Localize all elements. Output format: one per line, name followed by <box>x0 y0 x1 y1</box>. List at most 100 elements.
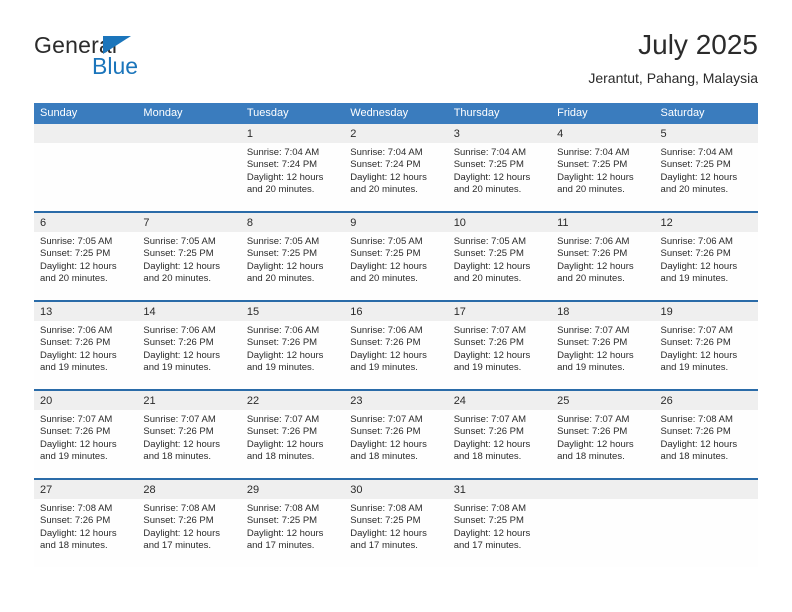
calendar-day-cell[interactable]: 18 Sunrise: 7:07 AM Sunset: 7:26 PM Dayligh… <box>551 302 655 389</box>
day-detail-line: Sunrise: 7:04 AM <box>660 147 733 158</box>
day-details: Sunrise: 7:06 AM Sunset: 7:26 PM Daylight:… <box>655 232 758 286</box>
day-number-strip: 28 <box>137 480 241 499</box>
day-detail-line: Sunset: 7:26 PM <box>453 337 524 349</box>
day-detail-line: and 17 minutes. <box>246 540 315 552</box>
day-number-strip: 14 <box>137 302 241 321</box>
calendar-day-cell[interactable]: 31 Sunrise: 7:08 AM Sunset: 7:25 PM Dayligh… <box>447 480 552 567</box>
day-details: Sunrise: 7:07 AM Sunset: 7:26 PM Daylight:… <box>448 410 551 464</box>
calendar-day-cell[interactable]: 3 Sunrise: 7:04 AM Sunset: 7:25 PM Daylight… <box>447 124 552 211</box>
calendar-day-cell[interactable]: 5 Sunrise: 7:04 AM Sunset: 7:25 PM Daylight… <box>654 124 758 211</box>
day-number: 9 <box>350 217 357 229</box>
day-detail-line: Sunrise: 7:05 AM <box>453 236 527 247</box>
day-detail-line: Daylight: 12 hours <box>557 349 634 361</box>
day-detail-line: Sunrise: 7:06 AM <box>557 236 630 247</box>
day-number-strip: 17 <box>447 302 552 321</box>
weekday-header-tuesday: Tuesday <box>246 107 289 119</box>
weekday-header-sunday: Sunday <box>40 107 78 119</box>
calendar-day-cell[interactable]: 6 Sunrise: 7:05 AM Sunset: 7:25 PM Daylight… <box>34 213 138 300</box>
day-detail-line: Sunrise: 7:07 AM <box>246 414 320 425</box>
calendar-day-cell[interactable]: 11 Sunrise: 7:06 AM Sunset: 7:26 PM Dayligh… <box>551 213 655 300</box>
calendar-day-cell[interactable]: 28 Sunrise: 7:08 AM Sunset: 7:26 PM Dayligh… <box>137 480 241 567</box>
day-number-strip: 23 <box>344 391 448 410</box>
calendar-day-cell[interactable]: 19 Sunrise: 7:07 AM Sunset: 7:26 PM Dayligh… <box>654 302 758 389</box>
day-number: 7 <box>143 217 150 229</box>
calendar-day-cell[interactable]: 23 Sunrise: 7:07 AM Sunset: 7:26 PM Dayligh… <box>344 391 448 478</box>
calendar-day-cell[interactable]: 29 Sunrise: 7:08 AM Sunset: 7:25 PM Dayligh… <box>240 480 345 567</box>
calendar-day-cell[interactable]: 13 Sunrise: 7:06 AM Sunset: 7:26 PM Dayligh… <box>34 302 138 389</box>
day-detail-line: Sunrise: 7:05 AM <box>40 236 113 247</box>
calendar-day-cell[interactable]: 8 Sunrise: 7:05 AM Sunset: 7:25 PM Daylight… <box>240 213 345 300</box>
day-detail-line: Sunset: 7:25 PM <box>246 515 318 527</box>
day-number-strip: 12 <box>654 213 758 232</box>
day-details: Sunrise: 7:06 AM Sunset: 7:26 PM Daylight:… <box>551 232 654 286</box>
calendar-day-cell[interactable]: 16 Sunrise: 7:06 AM Sunset: 7:26 PM Dayligh… <box>344 302 448 389</box>
day-detail-line: Daylight: 12 hours <box>246 349 324 361</box>
day-detail-line: Sunset: 7:26 PM <box>453 426 524 438</box>
day-detail-line: Daylight: 12 hours <box>143 527 220 539</box>
day-number: 3 <box>453 128 460 140</box>
day-detail-line: Sunset: 7:26 PM <box>660 248 731 260</box>
day-details: Sunrise: 7:05 AM Sunset: 7:25 PM Daylight:… <box>344 232 447 286</box>
calendar-week-row: 20 Sunrise: 7:07 AM Sunset: 7:26 PM Dayligh… <box>34 389 758 478</box>
day-detail-line: Daylight: 12 hours <box>350 527 427 539</box>
day-number-strip: 18 <box>551 302 655 321</box>
day-detail-line: Sunset: 7:25 PM <box>143 248 214 260</box>
calendar-day-cell[interactable]: 17 Sunrise: 7:07 AM Sunset: 7:26 PM Dayligh… <box>447 302 552 389</box>
day-detail-line: Sunrise: 7:07 AM <box>453 325 527 336</box>
brand-logo[interactable]: General Blue <box>34 32 264 88</box>
day-detail-line: Sunrise: 7:06 AM <box>660 236 733 247</box>
day-detail-line: and 20 minutes. <box>453 184 522 196</box>
day-detail-line: and 20 minutes. <box>557 184 625 196</box>
weekday-header-monday: Monday <box>143 107 183 119</box>
calendar-day-cell[interactable]: 10 Sunrise: 7:05 AM Sunset: 7:25 PM Dayligh… <box>447 213 552 300</box>
calendar-day-cell[interactable]: 26 Sunrise: 7:08 AM Sunset: 7:26 PM Dayligh… <box>654 391 758 478</box>
calendar-day-cell[interactable]: 4 Sunrise: 7:04 AM Sunset: 7:25 PM Daylight… <box>551 124 655 211</box>
day-detail-line: Daylight: 12 hours <box>246 260 324 272</box>
day-detail-line: Sunset: 7:25 PM <box>40 248 111 260</box>
day-detail-line: Sunrise: 7:05 AM <box>246 236 320 247</box>
day-detail-line: Sunset: 7:26 PM <box>143 515 214 527</box>
day-detail-line: Daylight: 12 hours <box>453 527 531 539</box>
day-number-strip <box>34 124 138 143</box>
day-detail-line: Daylight: 12 hours <box>660 438 738 450</box>
calendar-day-cell[interactable]: 25 Sunrise: 7:07 AM Sunset: 7:26 PM Dayligh… <box>551 391 655 478</box>
calendar-day-cell[interactable]: 15 Sunrise: 7:06 AM Sunset: 7:26 PM Dayligh… <box>240 302 345 389</box>
calendar-day-cell[interactable]: 9 Sunrise: 7:05 AM Sunset: 7:25 PM Daylight… <box>344 213 448 300</box>
day-detail-line: and 19 minutes. <box>143 362 212 374</box>
calendar-day-cell-empty <box>654 480 758 567</box>
day-number-strip: 27 <box>34 480 138 499</box>
day-detail-line: Sunset: 7:26 PM <box>246 337 318 349</box>
day-number-strip: 3 <box>447 124 552 143</box>
calendar-day-cell[interactable]: 14 Sunrise: 7:06 AM Sunset: 7:26 PM Dayligh… <box>137 302 241 389</box>
calendar-day-cell[interactable]: 20 Sunrise: 7:07 AM Sunset: 7:26 PM Dayligh… <box>34 391 138 478</box>
calendar-day-cell[interactable]: 7 Sunrise: 7:05 AM Sunset: 7:25 PM Daylight… <box>137 213 241 300</box>
day-number-strip: 22 <box>240 391 345 410</box>
brand-name-blue: Blue <box>92 53 139 79</box>
day-detail-line: Sunset: 7:26 PM <box>143 426 214 438</box>
calendar-day-cell[interactable]: 27 Sunrise: 7:08 AM Sunset: 7:26 PM Dayligh… <box>34 480 138 567</box>
day-number: 12 <box>660 217 673 229</box>
day-detail-line: Sunrise: 7:08 AM <box>246 503 320 514</box>
calendar-day-cell[interactable]: 2 Sunrise: 7:04 AM Sunset: 7:24 PM Daylight… <box>344 124 448 211</box>
day-number-strip: 15 <box>240 302 345 321</box>
day-number: 10 <box>453 217 466 229</box>
day-detail-line: and 20 minutes. <box>557 273 625 285</box>
day-detail-line: Sunset: 7:26 PM <box>557 426 628 438</box>
day-number: 19 <box>660 306 673 318</box>
calendar-day-cell[interactable]: 21 Sunrise: 7:07 AM Sunset: 7:26 PM Dayligh… <box>137 391 241 478</box>
day-detail-line: Sunset: 7:26 PM <box>40 337 111 349</box>
calendar-day-cell[interactable]: 22 Sunrise: 7:07 AM Sunset: 7:26 PM Dayligh… <box>240 391 345 478</box>
calendar-day-cell[interactable]: 30 Sunrise: 7:08 AM Sunset: 7:25 PM Dayligh… <box>344 480 448 567</box>
calendar-day-cell[interactable]: 1 Sunrise: 7:04 AM Sunset: 7:24 PM Daylight… <box>240 124 345 211</box>
day-details: Sunrise: 7:05 AM Sunset: 7:25 PM Daylight:… <box>34 232 137 286</box>
day-detail-line: and 18 minutes. <box>660 451 729 463</box>
day-number-strip: 13 <box>34 302 138 321</box>
calendar-day-cell[interactable]: 12 Sunrise: 7:06 AM Sunset: 7:26 PM Dayligh… <box>654 213 758 300</box>
page-title: July 2025 <box>638 29 758 60</box>
day-number-strip: 9 <box>344 213 448 232</box>
day-number-strip: 11 <box>551 213 655 232</box>
day-details: Sunrise: 7:06 AM Sunset: 7:26 PM Daylight:… <box>137 321 240 375</box>
title-block: July 2025 Jerantut, Pahang, Malaysia <box>588 28 758 88</box>
day-detail-line: and 20 minutes. <box>660 184 729 196</box>
calendar-day-cell[interactable]: 24 Sunrise: 7:07 AM Sunset: 7:26 PM Dayligh… <box>447 391 552 478</box>
